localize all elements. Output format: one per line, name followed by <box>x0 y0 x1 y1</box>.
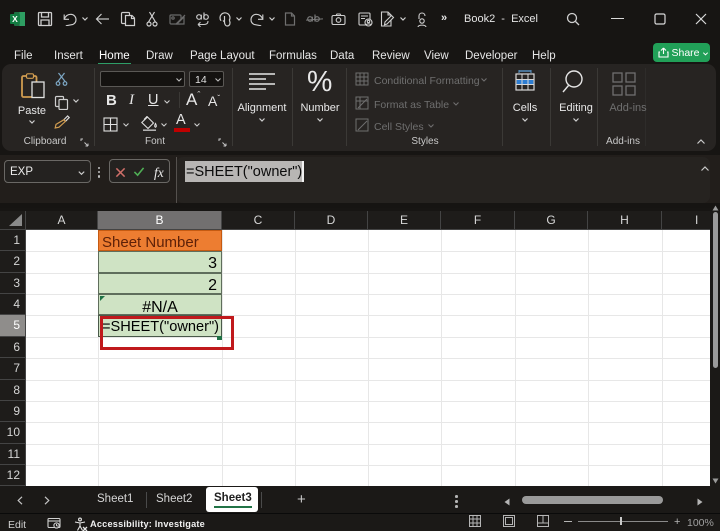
svg-text:X: X <box>12 14 18 24</box>
